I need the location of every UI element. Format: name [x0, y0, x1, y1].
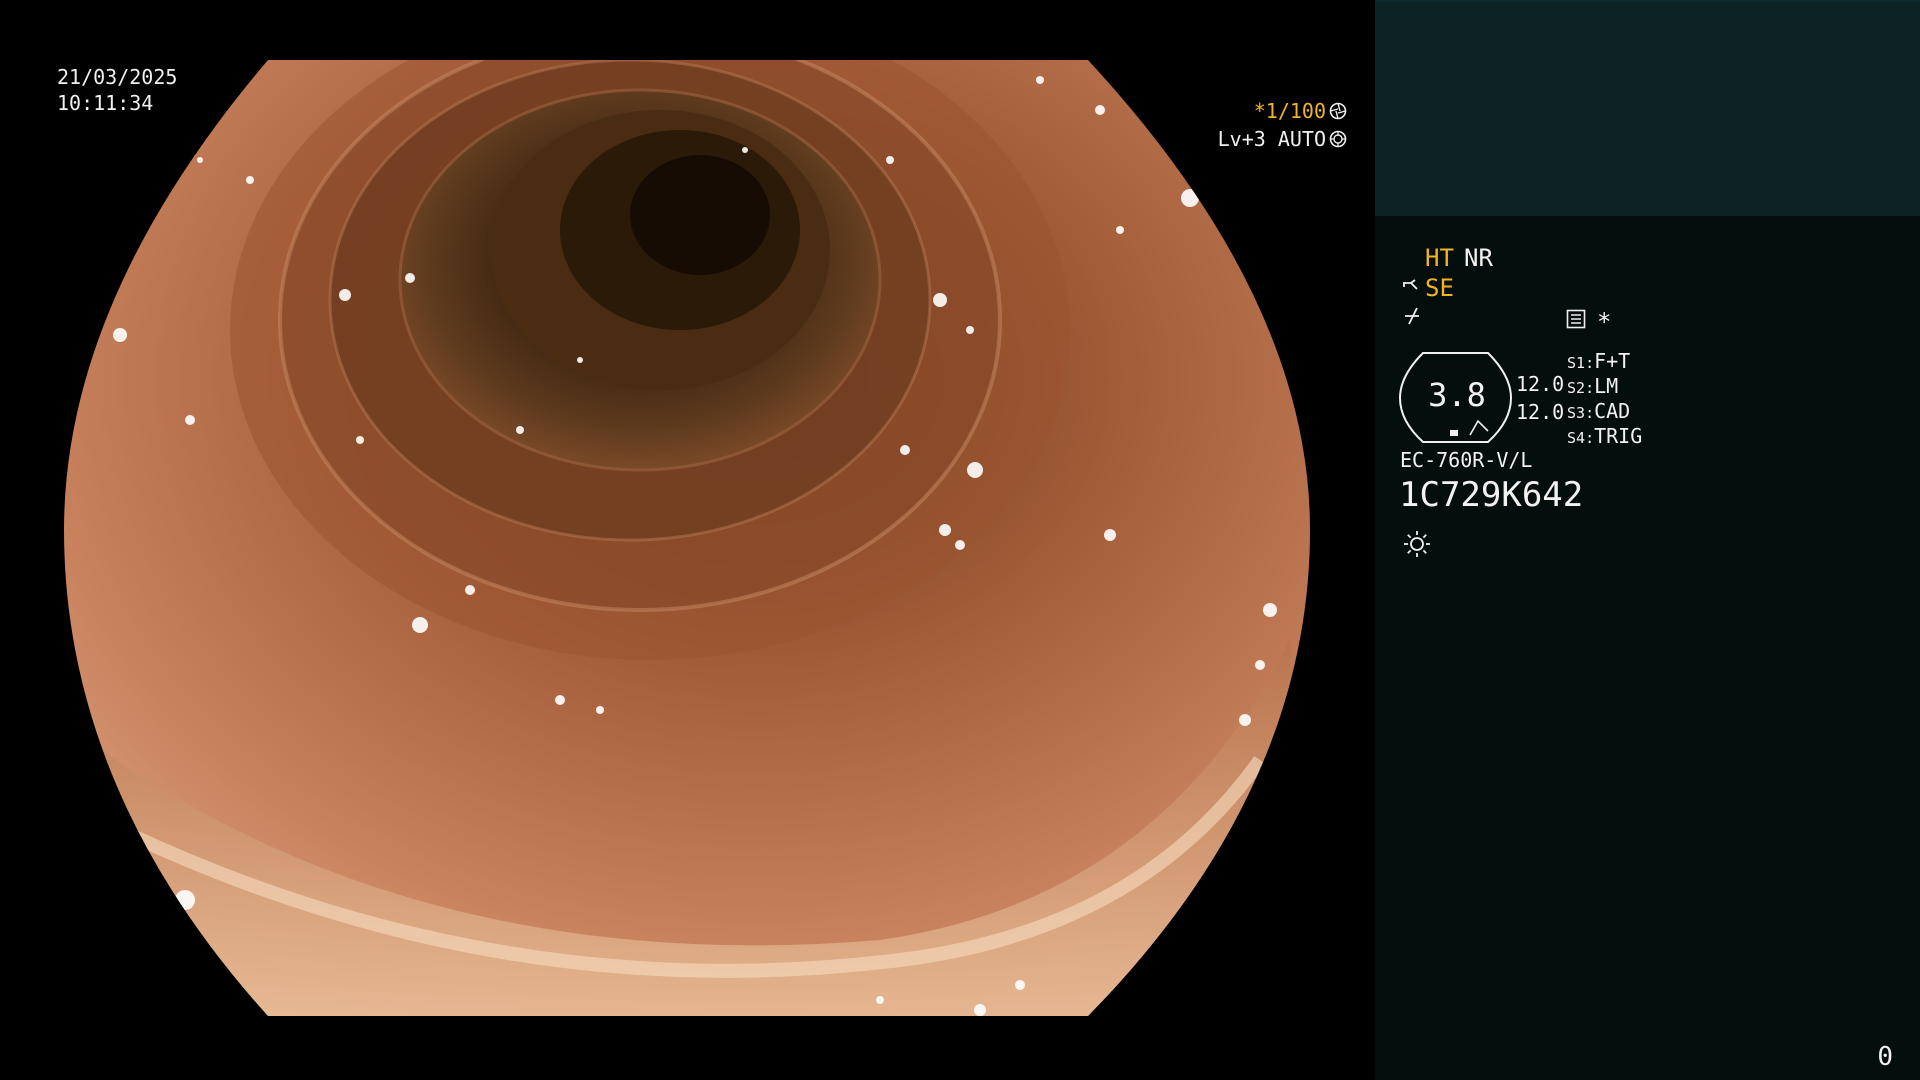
switch-slot-4: S4:TRIG: [1567, 424, 1643, 448]
scope-serial-number: 1C729K642: [1399, 475, 1584, 515]
iris-icon: [1329, 130, 1347, 148]
status-panel: HT NR SE * 3.8 12.0 12.0 S1:F+T S2:LM S3…: [1375, 0, 1920, 1080]
asterisk-indicator: *: [1597, 308, 1612, 336]
slot-value: F+T: [1594, 349, 1631, 373]
image-counter: 0: [1877, 1042, 1893, 1072]
setting-value-a: 12.0: [1516, 372, 1565, 396]
brightness-level-indicator: Lv+3 AUTO: [1218, 126, 1347, 152]
aperture-icon: [1329, 102, 1347, 120]
scope-model-label: EC-760R-V/L: [1400, 448, 1533, 472]
shutter-text: *1/100: [1253, 99, 1326, 123]
slot-value: CAD: [1594, 399, 1631, 423]
slot-value: TRIG: [1594, 424, 1643, 448]
slot-value: LM: [1594, 374, 1619, 398]
record-icon: [1566, 309, 1586, 329]
setting-value-b: 12.0: [1516, 400, 1565, 424]
slot-key: S4: [1567, 429, 1586, 447]
processor-status-group: HT NR SE * 3.8 12.0 12.0 S1:F+T S2:LM S3…: [1375, 240, 1920, 570]
endoscopic-image: [64, 60, 1310, 1016]
zoom-value: 3.8: [1428, 376, 1486, 414]
switch-slot-1: S1:F+T: [1567, 349, 1631, 373]
thumbnail-area: [1375, 0, 1920, 216]
ht-indicator: HT: [1425, 244, 1454, 272]
switch-slot-2: S2:LM: [1567, 374, 1619, 398]
slot-key: S2: [1567, 379, 1586, 397]
scope-tip-icon: [1403, 279, 1418, 290]
date-text: 21/03/2025: [57, 65, 178, 89]
slot-key: S3: [1567, 404, 1586, 422]
slot-key: S1: [1567, 354, 1586, 372]
level-text: Lv+3 AUTO: [1217, 127, 1326, 151]
se-indicator: SE: [1425, 274, 1454, 302]
endoscope-video-area: 21/03/2025 10:11:34 *1/100 Lv+3 AUTO: [0, 0, 1375, 1080]
light-source-icon: [1404, 531, 1430, 557]
nr-indicator: NR: [1464, 244, 1493, 272]
time-text: 10:11:34: [57, 91, 154, 115]
shutter-speed-indicator: *1/100: [1254, 98, 1347, 124]
date-time-display: 21/03/2025 10:11:34: [57, 64, 177, 116]
switch-slot-3: S3:CAD: [1567, 399, 1631, 423]
enhancement-icon: [1405, 307, 1419, 325]
